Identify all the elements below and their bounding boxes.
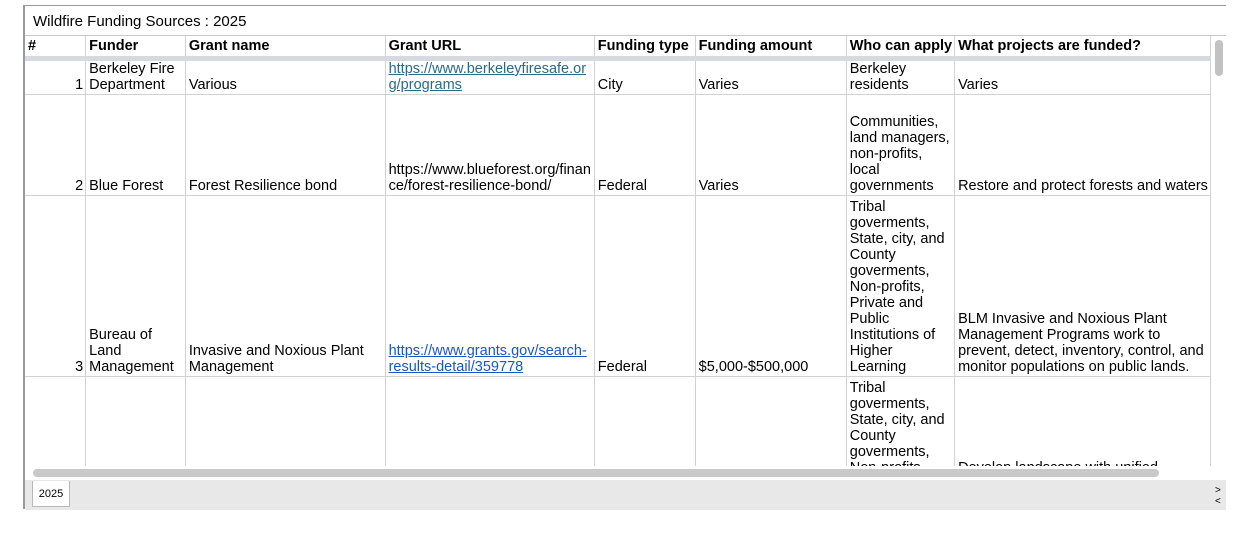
column-header-grant-url[interactable]: Grant URL bbox=[385, 36, 595, 61]
row-number-cell[interactable] bbox=[25, 376, 87, 466]
header-row: # Funder Grant name Grant URL Funding ty… bbox=[25, 36, 1211, 61]
spreadsheet-frame: Wildfire Funding Sources : 2025 # Funder… bbox=[23, 5, 1228, 510]
sheet-tab-bar: 2025 > < bbox=[25, 480, 1226, 510]
column-header-grant-name[interactable]: Grant name bbox=[185, 36, 386, 61]
what-projects-cell[interactable]: Varies bbox=[954, 58, 1211, 95]
funding-type-cell[interactable]: Federal bbox=[594, 94, 696, 196]
grant-name-cell[interactable]: Various bbox=[185, 58, 386, 95]
funding-amount-cell[interactable] bbox=[695, 376, 847, 466]
column-header-funder[interactable]: Funder bbox=[85, 36, 186, 61]
row-number-cell[interactable]: 3 bbox=[25, 195, 87, 377]
funding-amount-cell[interactable]: Varies bbox=[695, 58, 847, 95]
column-header-number[interactable]: # bbox=[25, 36, 87, 61]
grant-url-cell[interactable]: https://www.grants.gov/search-results-de… bbox=[385, 195, 595, 377]
column-header-who-can-apply[interactable]: Who can apply bbox=[846, 36, 956, 61]
sheet-title: Wildfire Funding Sources : 2025 bbox=[33, 13, 247, 30]
horizontal-scrollbar[interactable] bbox=[25, 466, 1226, 480]
grant-url-cell[interactable]: https://www.berkeleyfiresafe.org/program… bbox=[385, 58, 595, 95]
vertical-scroll-thumb[interactable] bbox=[1215, 40, 1223, 76]
funding-type-cell[interactable]: City bbox=[594, 58, 696, 95]
funding-amount-cell[interactable]: Varies bbox=[695, 94, 847, 196]
who-can-apply-cell[interactable]: Communities, land managers, non-profits,… bbox=[846, 94, 956, 196]
sheet-tab-2025[interactable]: 2025 bbox=[32, 481, 70, 507]
grant-url-link[interactable]: https://www.grants.gov/search-results-de… bbox=[389, 343, 587, 375]
who-can-apply-cell[interactable]: Berkeley residents bbox=[846, 58, 956, 95]
funder-cell[interactable]: Bureau of Land Management bbox=[85, 195, 186, 377]
scroll-right-arrow-icon[interactable]: > bbox=[1215, 486, 1221, 496]
table-row: 2 Blue Forest Forest Resilience bond htt… bbox=[25, 94, 1211, 196]
grant-url-cell[interactable]: https://www.blueforest.org/finance/fores… bbox=[385, 94, 595, 196]
scroll-left-arrow-icon[interactable]: < bbox=[1215, 497, 1221, 507]
grant-name-cell[interactable] bbox=[185, 376, 386, 466]
funder-cell[interactable] bbox=[85, 376, 186, 466]
funder-cell[interactable]: Berkeley Fire Department bbox=[85, 58, 186, 95]
grant-url-link[interactable]: https://www.berkeleyfiresafe.org/program… bbox=[389, 61, 586, 93]
column-header-funding-amount[interactable]: Funding amount bbox=[695, 36, 847, 61]
horizontal-scroll-thumb[interactable] bbox=[33, 469, 1159, 477]
table-row: 3 Bureau of Land Management Invasive and… bbox=[25, 195, 1211, 377]
funder-cell[interactable]: Blue Forest bbox=[85, 94, 186, 196]
funding-type-cell[interactable]: Federal bbox=[594, 195, 696, 377]
what-projects-cell[interactable]: BLM Invasive and Noxious Plant Managemen… bbox=[954, 195, 1211, 377]
data-grid[interactable]: # Funder Grant name Grant URL Funding ty… bbox=[25, 36, 1211, 466]
column-header-what-projects[interactable]: What projects are funded? bbox=[954, 36, 1211, 61]
who-can-apply-cell[interactable]: Tribal goverments, State, city, and Coun… bbox=[846, 376, 956, 466]
table-row: 1 Berkeley Fire Department Various https… bbox=[25, 58, 1211, 95]
row-number-cell[interactable]: 1 bbox=[25, 58, 87, 95]
what-projects-cell[interactable]: Develop landscape with unified bbox=[954, 376, 1211, 466]
funding-type-cell[interactable] bbox=[594, 376, 696, 466]
funding-amount-cell[interactable]: $5,000-$500,000 bbox=[695, 195, 847, 377]
row-number-cell[interactable]: 2 bbox=[25, 94, 87, 196]
who-can-apply-cell[interactable]: Tribal goverments, State, city, and Coun… bbox=[846, 195, 956, 377]
grant-url-cell[interactable] bbox=[385, 376, 595, 466]
table-row: Tribal goverments, State, city, and Coun… bbox=[25, 376, 1211, 466]
vertical-scrollbar[interactable] bbox=[1211, 36, 1228, 466]
grant-name-cell[interactable]: Invasive and Noxious Plant Management bbox=[185, 195, 386, 377]
column-header-funding-type[interactable]: Funding type bbox=[594, 36, 696, 61]
what-projects-cell[interactable]: Restore and protect forests and waters bbox=[954, 94, 1211, 196]
grant-name-cell[interactable]: Forest Resilience bond bbox=[185, 94, 386, 196]
